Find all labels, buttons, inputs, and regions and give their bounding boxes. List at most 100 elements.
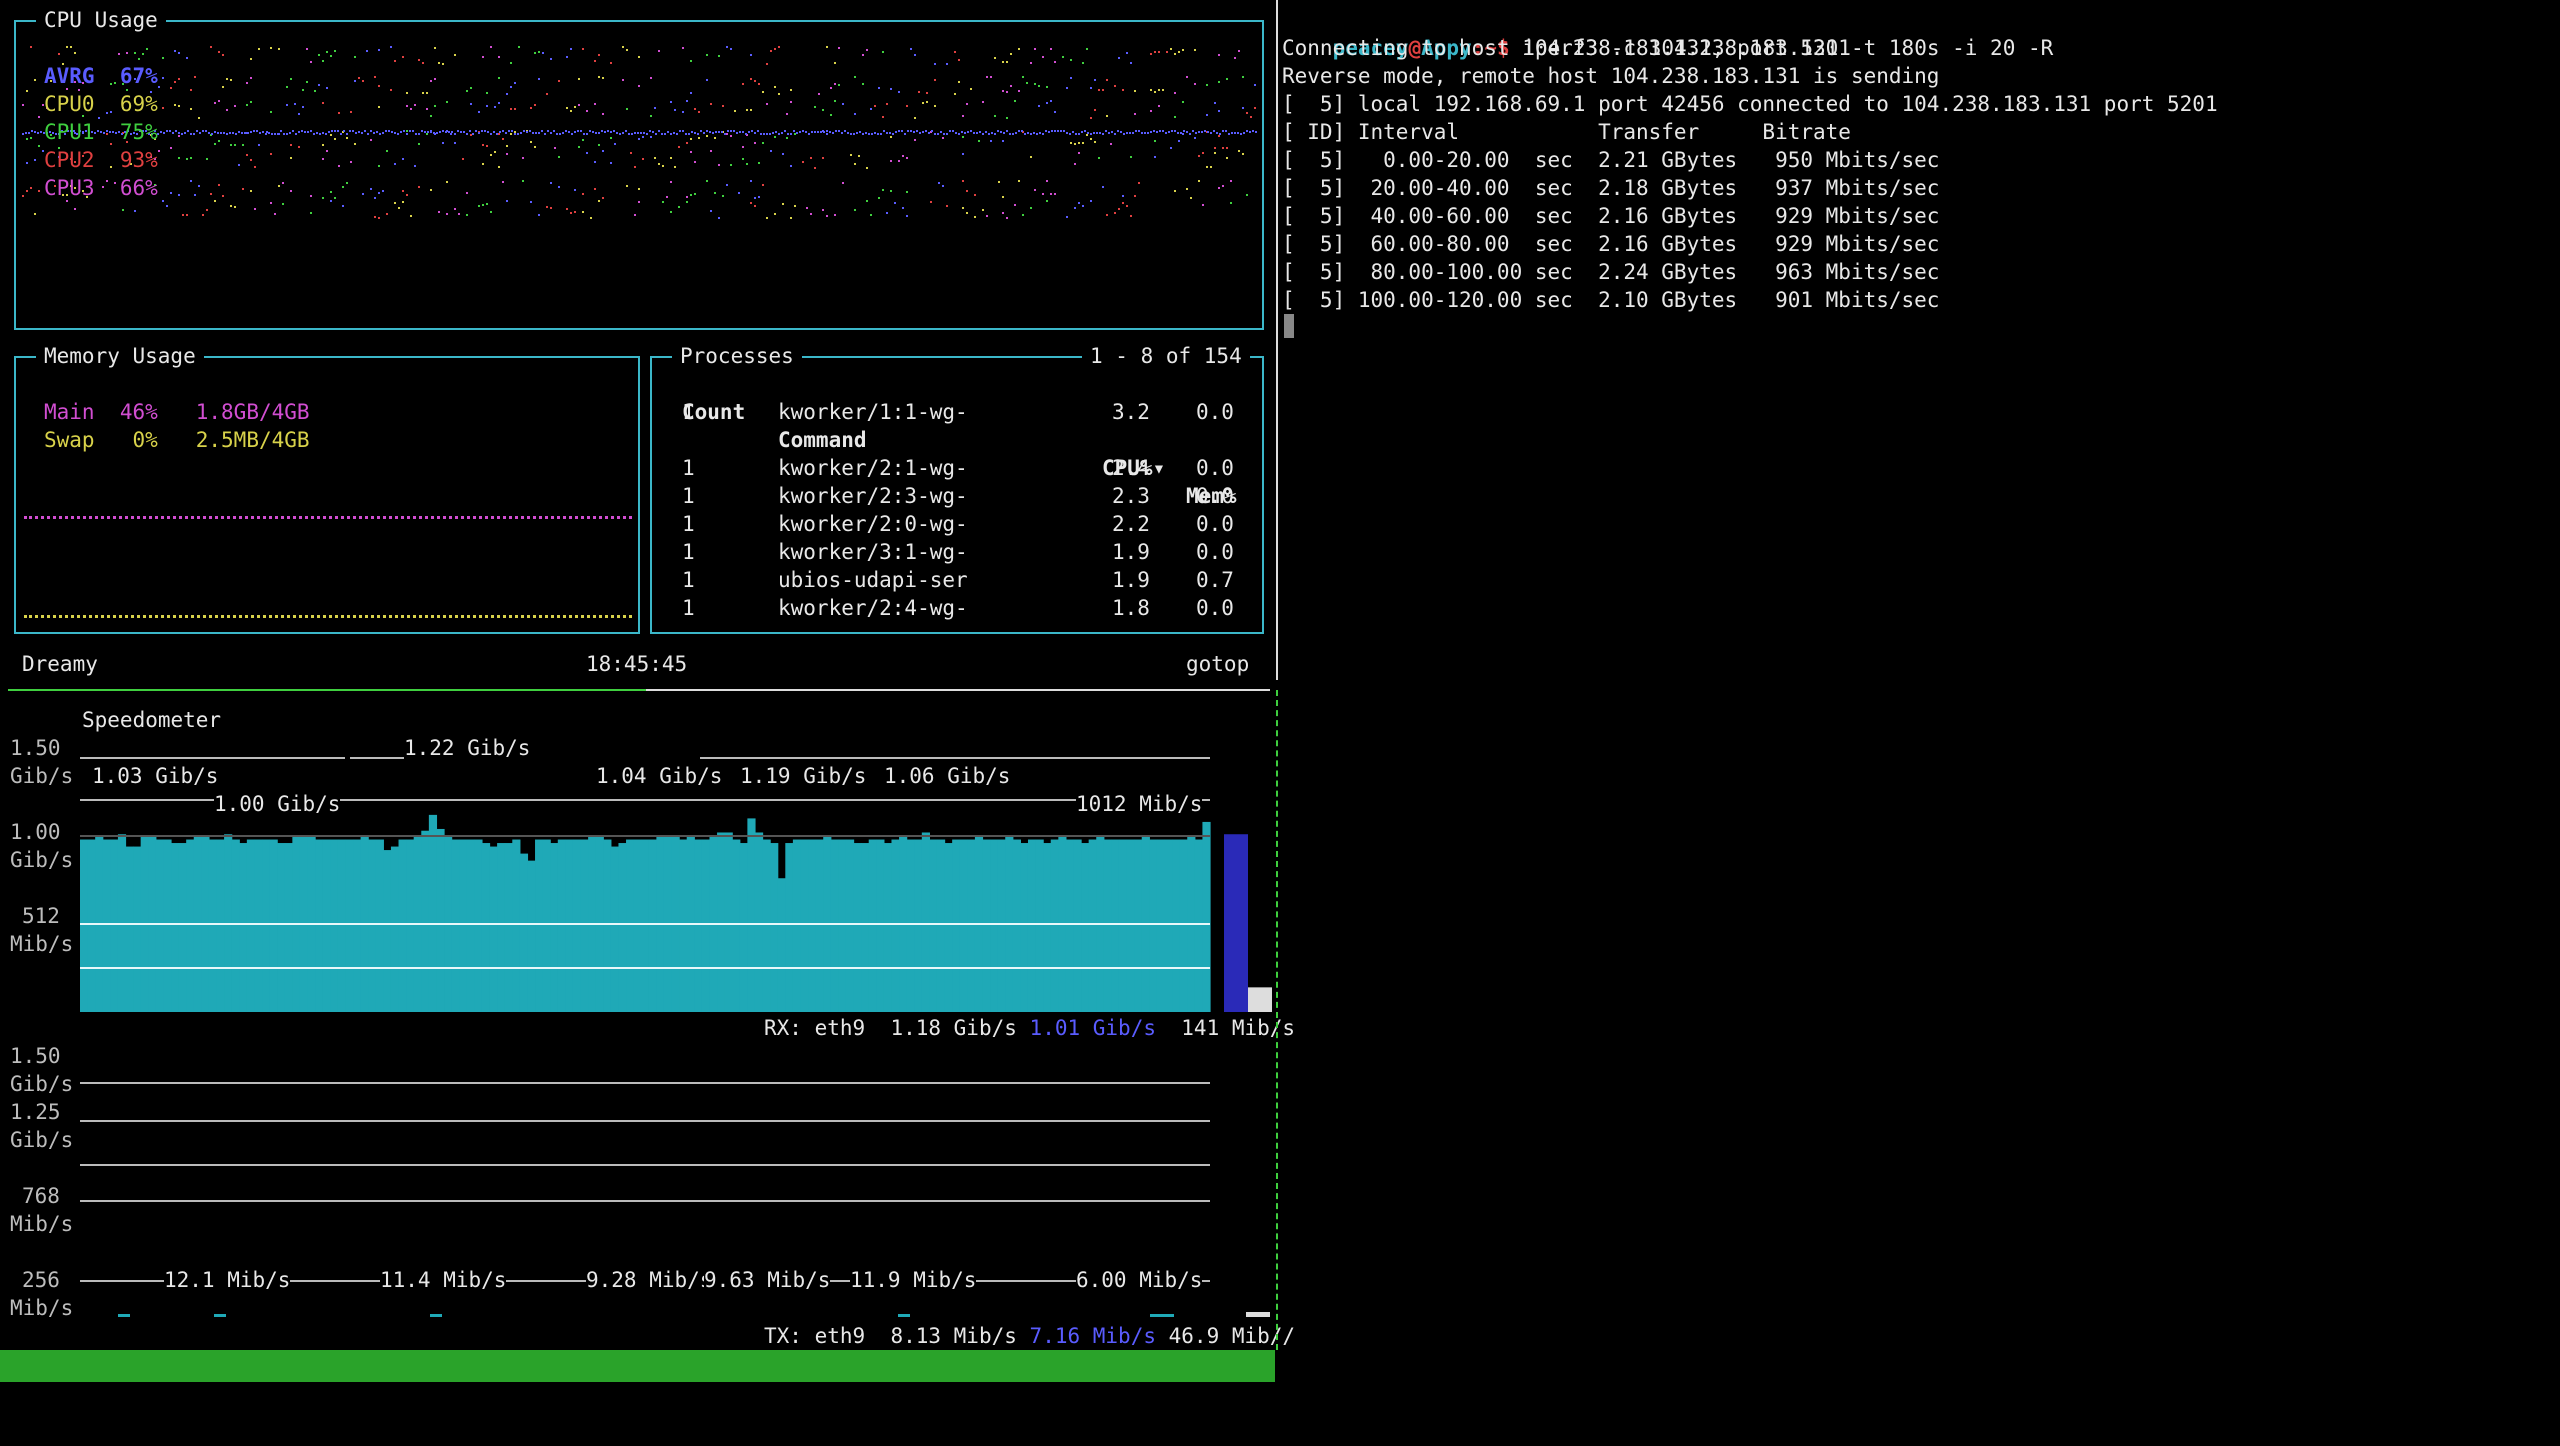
cpu-dot <box>494 151 496 153</box>
cpu-dot <box>686 201 688 203</box>
cpu1-dot <box>715 131 717 133</box>
cpu-dot <box>658 163 660 165</box>
rx-bar <box>868 839 877 1012</box>
rx-bar <box>929 839 938 1012</box>
cpu-dot <box>398 207 400 209</box>
cpu-dot <box>934 79 936 81</box>
cpu-dot <box>254 166 256 168</box>
cpu1-dot <box>748 131 750 133</box>
pane-divider-top[interactable] <box>1276 0 1278 680</box>
cpu-dot <box>322 144 324 146</box>
cpu1-dot <box>373 132 375 134</box>
cpu-dot <box>206 209 208 211</box>
process-mem: 0.0 <box>1196 540 1234 564</box>
cpu-dot <box>866 167 868 169</box>
cpu-dot <box>490 46 492 48</box>
cpu-dot <box>190 108 192 110</box>
cpu-dot <box>1082 142 1084 144</box>
cpu-dot <box>218 140 220 142</box>
cpu-dot <box>1130 62 1132 64</box>
cpu1-dot <box>1165 132 1167 134</box>
cpu-dot <box>826 215 828 217</box>
cpu1-dot <box>550 132 552 134</box>
tx-gridline <box>80 1164 1210 1166</box>
cpu-dot <box>854 209 856 211</box>
cpu-dot <box>250 159 252 161</box>
cpu-dot <box>318 84 320 86</box>
cpu1-dot <box>1102 133 1104 135</box>
cpu-dot <box>770 150 772 152</box>
cpu-dot <box>1090 117 1092 119</box>
pane-divider-bottom[interactable] <box>1276 690 1278 1350</box>
cpu-dot <box>498 166 500 168</box>
cpu1-dot <box>919 132 921 134</box>
rx-bar <box>770 843 779 1012</box>
cpu-dot <box>1006 117 1008 119</box>
rx-bar <box>1202 821 1211 1012</box>
cpu-dot <box>774 86 776 88</box>
rx-bar <box>1156 839 1166 1012</box>
cpu-dot <box>326 51 328 53</box>
cpu-dot <box>198 185 200 187</box>
cpu-dot <box>654 107 656 109</box>
cpu1-dot <box>562 132 564 134</box>
cpu1-dot <box>673 132 675 134</box>
cpu-dot <box>690 151 692 153</box>
cpu1-dot <box>352 130 354 132</box>
cpu1-dot <box>730 130 732 132</box>
col-command-header[interactable]: Command <box>778 426 867 454</box>
rx-bar <box>550 843 559 1012</box>
rx-bar <box>641 839 650 1012</box>
cpu1-dot <box>796 132 798 134</box>
cpu1-dot <box>778 133 780 135</box>
cpu-dot <box>1054 111 1056 113</box>
cpu-dot <box>866 200 868 202</box>
tmux-session-window[interactable]: [0] 0:./gotop* <box>10 1382 187 1414</box>
cpu-dot <box>558 156 560 158</box>
cpu1-dot <box>721 131 723 133</box>
cpu-dot <box>162 107 164 109</box>
cpu-dot <box>226 78 228 80</box>
cpu-dot <box>218 184 220 186</box>
rx-axis-label: Gib/s <box>10 764 74 788</box>
cpu-dot <box>826 46 828 48</box>
cpu-dot <box>1122 89 1124 91</box>
cpu-dot <box>1150 53 1152 55</box>
cpu1-dot <box>595 132 597 134</box>
cpu-dot <box>498 102 500 104</box>
cpu1-dot <box>163 132 165 134</box>
terminal-cursor[interactable] <box>1284 314 1294 338</box>
cpu-dot <box>778 93 780 95</box>
cpu1-dot <box>538 132 540 134</box>
cpu1-dot <box>826 133 828 135</box>
cpu1-dot <box>592 131 594 133</box>
cpu1-dot <box>172 132 174 134</box>
cpu-dot <box>1078 142 1080 144</box>
cpu-dot <box>958 81 960 83</box>
cpu1-dot <box>1192 130 1194 132</box>
rx-bar <box>269 839 278 1012</box>
cpu-dot <box>962 180 964 182</box>
cpu-dot <box>370 139 372 141</box>
rx-bar <box>353 839 362 1012</box>
cpu-dot <box>1002 90 1004 92</box>
cpu1-dot <box>175 130 177 132</box>
cpu1-dot <box>694 132 696 134</box>
cpu-dot <box>478 205 480 207</box>
cpu1-dot <box>418 133 420 135</box>
cpu-dot <box>686 100 688 102</box>
terminal-pane[interactable]: peacey@Appy:~$ iperf3 -c 104.238.183.131… <box>1282 6 2552 1346</box>
cpu-dot <box>638 56 640 58</box>
cpu-dot <box>1070 59 1072 61</box>
cpu1-dot <box>820 131 822 133</box>
rx-peak-label: 1.03 Gib/s <box>92 762 219 790</box>
cpu-dot <box>38 116 40 118</box>
cpu1-dot <box>394 132 396 134</box>
cpu1-dot <box>28 132 30 134</box>
cpu1-dot <box>607 130 609 132</box>
cpu1-dot <box>355 132 357 134</box>
rx-bar <box>557 839 566 1012</box>
cpu-dot <box>602 150 604 152</box>
cpu1-dot <box>301 130 303 132</box>
cpu-dot <box>1250 116 1252 118</box>
